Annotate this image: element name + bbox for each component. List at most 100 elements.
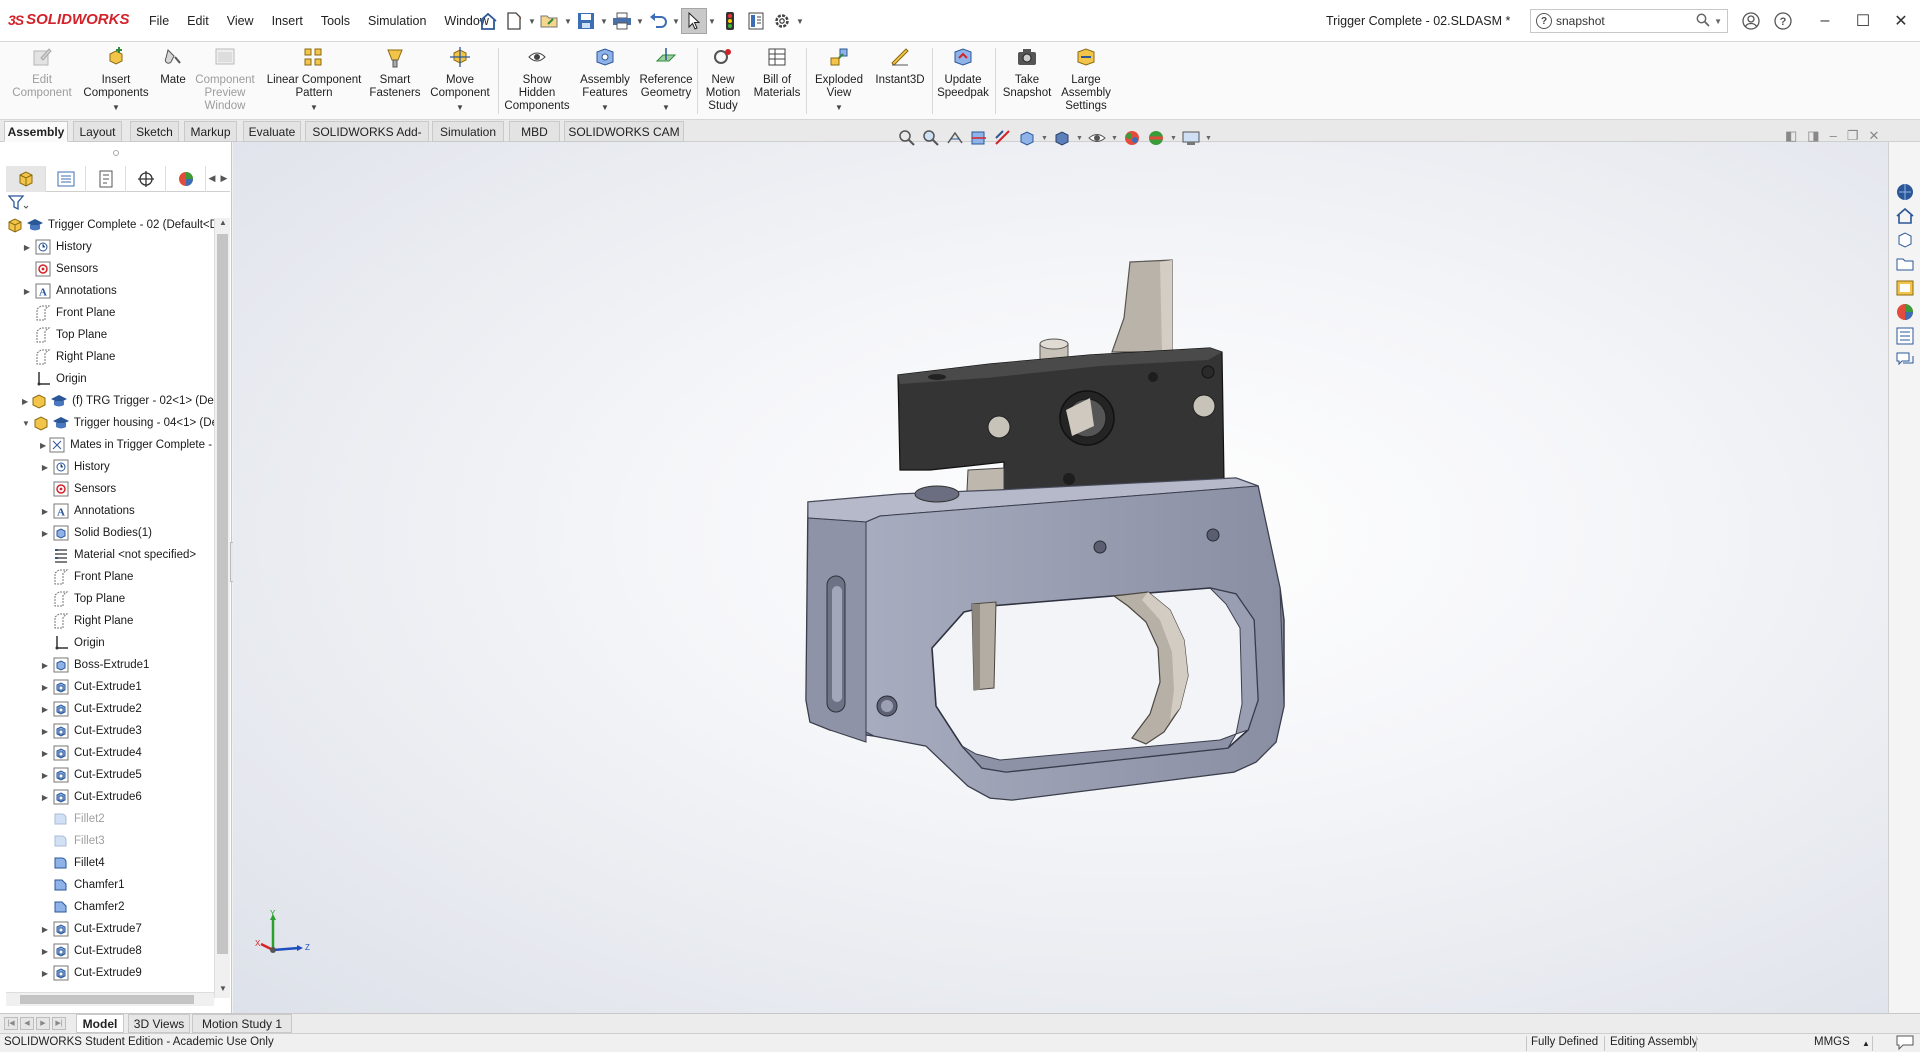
instant3d-button[interactable]: Instant3D	[870, 46, 930, 116]
expand-arrow-icon[interactable]: ▶	[40, 749, 50, 758]
home-pane-icon[interactable]	[1895, 206, 1915, 226]
minimize-button[interactable]: –	[1806, 6, 1844, 36]
first-tab-icon[interactable]: |◀	[4, 1017, 18, 1030]
tree-item-front-plane[interactable]: Front Plane	[0, 566, 214, 588]
tree-item-trigger-complete-02-default-d[interactable]: Trigger Complete - 02 (Default<D	[0, 214, 214, 236]
tree-item-top-plane[interactable]: Top Plane	[0, 588, 214, 610]
view-palette-icon[interactable]	[1895, 278, 1915, 298]
tree-filter[interactable]	[7, 194, 38, 214]
tree-horizontal-scrollbar[interactable]	[6, 992, 214, 1006]
show-hidden-components-button[interactable]: Show Hidden Components	[500, 46, 574, 116]
bottom-tab-model[interactable]: Model	[76, 1014, 124, 1033]
dropdown-arrow-icon[interactable]: ▼	[835, 101, 843, 114]
rebuild-icon[interactable]	[717, 8, 743, 34]
last-tab-icon[interactable]: ▶|	[52, 1017, 66, 1030]
tree-item-front-plane[interactable]: Front Plane	[0, 302, 214, 324]
scrollbar-thumb[interactable]	[217, 234, 228, 954]
expand-arrow-icon[interactable]: ▶	[40, 771, 50, 780]
user-account-icon[interactable]	[1738, 8, 1764, 34]
large-assembly-settings-button[interactable]: Large Assembly Settings	[1056, 46, 1116, 116]
smart-fasteners-button[interactable]: Smart Fasteners	[364, 46, 426, 116]
tree-item-boss-extrude1[interactable]: ▶ Boss-Extrude1	[0, 654, 214, 676]
prev-tab-icon[interactable]: ◀	[20, 1017, 34, 1030]
trigger-assembly-model[interactable]	[233, 142, 1888, 1013]
panel-grip-icon[interactable]	[113, 150, 119, 156]
feature-manager-tab-icon[interactable]	[6, 165, 46, 192]
custom-properties-icon[interactable]	[1895, 326, 1915, 346]
graphics-area[interactable]: ▼ ▼ ▼ ▼ ▼ ◧ ◨ – ❐ ✕ Y Z X	[233, 128, 1888, 1013]
dimxpert-manager-tab-icon[interactable]	[126, 165, 166, 192]
home-icon[interactable]	[475, 8, 501, 34]
new-document-icon[interactable]	[501, 8, 527, 34]
tab-assembly[interactable]: Assembly	[4, 121, 68, 142]
open-dropdown-icon[interactable]: ▼	[563, 17, 573, 26]
tab-sketch[interactable]: Sketch	[130, 121, 179, 142]
new-motion-study-button[interactable]: New Motion Study	[700, 46, 746, 116]
search-icon[interactable]	[1696, 13, 1710, 30]
tree-item-material-not-specified[interactable]: Material <not specified>	[0, 544, 214, 566]
menu-file[interactable]: File	[140, 14, 178, 29]
tree-item-trigger-housing-04-1-de[interactable]: ▼ Trigger housing - 04<1> (De	[0, 412, 214, 434]
menu-simulation[interactable]: Simulation	[359, 14, 435, 29]
search-box[interactable]: ? ▼	[1530, 9, 1728, 33]
tabs-scroll-left-icon[interactable]: ◀	[206, 173, 218, 184]
dropdown-arrow-icon[interactable]: ▼	[456, 101, 464, 114]
tree-item-cut-extrude1[interactable]: ▶ Cut-Extrude1	[0, 676, 214, 698]
hud-dropdown-icon[interactable]: ▼	[1111, 135, 1118, 142]
tabs-scroll-right-icon[interactable]: ▶	[218, 173, 230, 184]
edit-component-button[interactable]: Edit Component	[8, 46, 76, 116]
dropdown-arrow-icon[interactable]: ▼	[662, 101, 670, 114]
tab-markup[interactable]: Markup	[184, 121, 237, 142]
tree-item-history[interactable]: ▶ History	[0, 236, 214, 258]
tree-item-sensors[interactable]: Sensors	[0, 478, 214, 500]
hud-dropdown-icon[interactable]: ▼	[1205, 135, 1212, 142]
solidworks-resources-icon[interactable]	[1895, 182, 1915, 202]
select-dropdown-icon[interactable]: ▼	[707, 17, 717, 26]
hud-dropdown-icon[interactable]: ▼	[1170, 135, 1177, 142]
select-icon[interactable]	[681, 8, 707, 34]
assembly-features-button[interactable]: Assembly Features ▼	[576, 46, 634, 116]
tab-simulation[interactable]: Simulation	[432, 121, 504, 142]
tree-item-fillet2[interactable]: Fillet2	[0, 808, 214, 830]
tree-item-solid-bodies-1[interactable]: ▶ Solid Bodies(1)	[0, 522, 214, 544]
status-units[interactable]: MMGS	[1814, 1036, 1850, 1048]
property-manager-tab-icon[interactable]	[46, 165, 86, 192]
menu-tools[interactable]: Tools	[312, 14, 359, 29]
mate-button[interactable]: Mate	[156, 46, 190, 116]
tab-layout[interactable]: Layout	[73, 121, 122, 142]
expand-arrow-icon[interactable]: ▶	[22, 243, 32, 252]
dropdown-arrow-icon[interactable]: ▼	[112, 101, 120, 114]
new-dropdown-icon[interactable]: ▼	[527, 17, 537, 26]
undo-icon[interactable]	[645, 8, 671, 34]
tree-item-cut-extrude7[interactable]: ▶ Cut-Extrude7	[0, 918, 214, 940]
print-dropdown-icon[interactable]: ▼	[635, 17, 645, 26]
scroll-down-icon[interactable]: ▼	[215, 984, 231, 998]
tab-evaluate[interactable]: Evaluate	[243, 121, 301, 142]
tree-item-top-plane[interactable]: Top Plane	[0, 324, 214, 346]
menu-insert[interactable]: Insert	[263, 14, 312, 29]
bottom-tab-motion-study-1[interactable]: Motion Study 1	[192, 1014, 292, 1033]
tree-item-chamfer1[interactable]: Chamfer1	[0, 874, 214, 896]
search-input[interactable]	[1556, 14, 1686, 28]
forum-icon[interactable]	[1895, 350, 1915, 370]
tree-item-cut-extrude5[interactable]: ▶ Cut-Extrude5	[0, 764, 214, 786]
tree-item-chamfer2[interactable]: Chamfer2	[0, 896, 214, 918]
tree-item-fillet4[interactable]: Fillet4	[0, 852, 214, 874]
file-explorer-icon[interactable]	[1895, 254, 1915, 274]
menu-edit[interactable]: Edit	[178, 14, 218, 29]
save-dropdown-icon[interactable]: ▼	[599, 17, 609, 26]
tree-item-origin[interactable]: Origin	[0, 368, 214, 390]
expand-arrow-icon[interactable]: ▶	[40, 529, 50, 538]
tree-item-right-plane[interactable]: Right Plane	[0, 610, 214, 632]
display-manager-tab-icon[interactable]	[166, 165, 206, 192]
tree-item-origin[interactable]: Origin	[0, 632, 214, 654]
expand-arrow-icon[interactable]: ▶	[40, 507, 50, 516]
exploded-view-button[interactable]: Exploded View ▼	[808, 46, 870, 116]
units-dropdown-icon[interactable]: ▲	[1862, 1039, 1870, 1048]
status-message-icon[interactable]	[1896, 1035, 1914, 1052]
design-library-icon[interactable]	[1895, 230, 1915, 250]
help-icon[interactable]: ?	[1770, 8, 1796, 34]
tree-item-sensors[interactable]: Sensors	[0, 258, 214, 280]
tree-item-right-plane[interactable]: Right Plane	[0, 346, 214, 368]
hscrollbar-thumb[interactable]	[20, 995, 194, 1004]
